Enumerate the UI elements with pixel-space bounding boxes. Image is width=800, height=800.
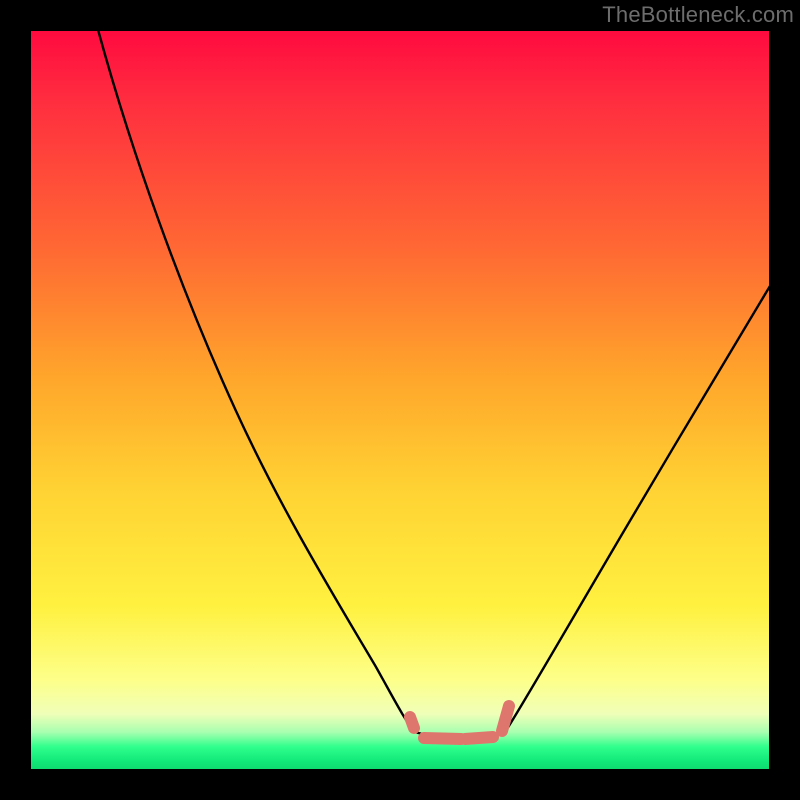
valley-marker-group	[410, 706, 509, 739]
chart-marker-icon	[424, 738, 461, 739]
chart-stage: TheBottleneck.com	[0, 0, 800, 800]
curve-overlay	[31, 31, 769, 769]
plot-area	[31, 31, 769, 769]
chart-marker-icon	[410, 717, 414, 728]
watermark-text: TheBottleneck.com	[602, 2, 794, 28]
chart-marker-icon	[502, 706, 509, 731]
curve-left-branch	[97, 31, 415, 732]
curve-right-branch	[507, 281, 769, 729]
chart-marker-icon	[465, 737, 493, 739]
